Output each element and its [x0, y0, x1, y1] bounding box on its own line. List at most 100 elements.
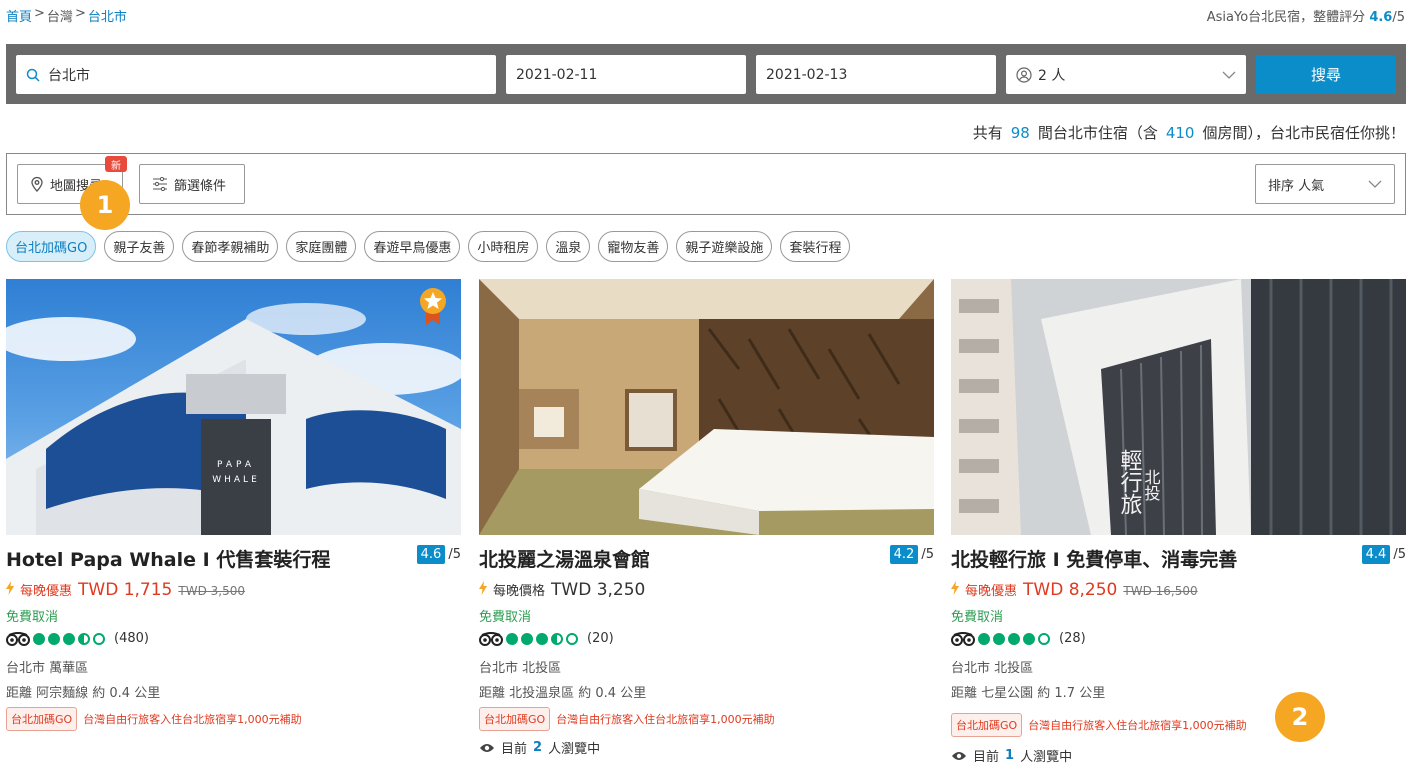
rating-dot-full [521, 632, 533, 645]
summary-prefix: 共有 [972, 124, 1003, 142]
hotel-score-max: /5 [1393, 547, 1406, 562]
promo-row: 台北加碼GO 台灣自由行旅客入住台北旅宿享1,000元補助 [951, 713, 1247, 737]
checkin-input[interactable]: 2021-02-11 [506, 55, 746, 94]
tag-item[interactable]: 溫泉 [546, 231, 591, 262]
results-summary: 共有 98 間台北市住宿（含 410 個房間），台北市民宿任你挑！ [973, 122, 1405, 143]
site-rating-max: /5 [1392, 10, 1405, 25]
checkout-input[interactable]: 2021-02-13 [756, 55, 996, 94]
hotel-card[interactable]: 北投麗之湯溫泉會館 4.2/5 每晚價格 TWD 3,250 免費取消 (20)… [479, 279, 934, 757]
search-button[interactable]: 搜尋 [1256, 55, 1396, 94]
rating-dot-full [978, 632, 990, 645]
rating-dot-full [33, 632, 45, 645]
breadcrumb-separator: > [34, 6, 45, 21]
breadcrumb-country[interactable]: 台灣 [47, 6, 73, 25]
tag-list: 台北加碼GO 親子友善 春節孝親補助 家庭團體 春遊早鳥優惠 小時租房 溫泉 寵… [6, 231, 851, 262]
hotel-photo-art [479, 279, 934, 535]
hotel-sign-sub: 北投 [1142, 469, 1161, 502]
price-line: 每晚價格 TWD 3,250 [479, 580, 645, 600]
promo-text: 台灣自由行旅客入住台北旅宿享1,000元補助 [1028, 719, 1247, 732]
summary-count: 98 [1010, 124, 1030, 142]
filter-conditions-button[interactable]: 篩選條件 [139, 164, 245, 204]
hotel-photo[interactable]: 輕行旅 北投 [951, 279, 1406, 535]
rating-dot-empty [1038, 632, 1050, 645]
review-count[interactable]: (20) [587, 631, 614, 646]
hotel-name[interactable]: Hotel Papa Whale I 代售套裝行程 [6, 545, 330, 572]
hotel-score-max: /5 [448, 547, 461, 562]
price-label: 每晚優惠 [965, 584, 1018, 599]
hotel-distance: 距離 北投溫泉區 約 0.4 公里 [479, 686, 647, 701]
viewers-suffix: 人瀏覽中 [1020, 750, 1073, 765]
site-rating-score: 4.6 [1369, 10, 1393, 25]
hotel-name[interactable]: 北投輕行旅 I 免費停車、消毒完善 [951, 545, 1237, 572]
tripadvisor-rating: (480) [6, 631, 149, 646]
rating-dot-full [993, 632, 1005, 645]
promo-tag: 台北加碼GO [6, 707, 78, 731]
review-count[interactable]: (480) [114, 631, 149, 646]
checkin-value: 2021-02-11 [516, 66, 598, 83]
summary-mid: 間台北市住宿（含 [1037, 124, 1158, 142]
hotel-distance: 距離 阿宗麵線 約 0.4 公里 [6, 686, 161, 701]
tag-item[interactable]: 台北加碼GO [6, 231, 97, 262]
promo-row: 台北加碼GO 台灣自由行旅客入住台北旅宿享1,000元補助 [6, 707, 302, 731]
tag-item[interactable]: 家庭團體 [286, 231, 357, 262]
site-rating: AsiaYo台北民宿，整體評分 4.6/5 [1207, 6, 1405, 25]
tag-item[interactable]: 套裝行程 [780, 231, 851, 262]
sort-label: 排序 人氣 [1268, 178, 1325, 194]
hotel-area: 台北市 北投區 [479, 661, 562, 676]
rating-dot-half [551, 632, 563, 645]
viewers-now: 目前 1 人瀏覽中 [951, 746, 1072, 765]
price-label: 每晚價格 [493, 584, 546, 599]
rating-dot-empty [93, 632, 105, 645]
hotel-photo[interactable]: PAPA WHALE [6, 279, 461, 535]
hotel-area: 台北市 北投區 [951, 661, 1034, 676]
rating-dot-full [48, 632, 60, 645]
hotel-name[interactable]: 北投麗之湯溫泉會館 [479, 545, 650, 572]
promo-row: 台北加碼GO 台灣自由行旅客入住台北旅宿享1,000元補助 [479, 707, 775, 731]
user-icon [1016, 66, 1032, 83]
breadcrumb-city[interactable]: 台北市 [88, 6, 127, 25]
promo-text: 台灣自由行旅客入住台北旅宿享1,000元補助 [556, 713, 775, 726]
tripadvisor-owl-icon [479, 631, 503, 646]
tripadvisor-owl-icon [6, 631, 30, 646]
breadcrumb-separator: > [74, 6, 86, 21]
filter-conditions-label: 篩選條件 [174, 178, 227, 194]
tag-item[interactable]: 春節孝親補助 [182, 231, 279, 262]
price-value: TWD 8,250 [1023, 580, 1118, 600]
hotel-card[interactable]: PAPA WHALE Hotel Papa Whale I 代售套裝行程 4.6… [6, 279, 461, 731]
tag-item[interactable]: 小時租房 [468, 231, 539, 262]
promo-text: 台灣自由行旅客入住台北旅宿享1,000元補助 [83, 713, 302, 726]
tag-item[interactable]: 寵物友善 [598, 231, 669, 262]
step-marker-1: 1 [80, 180, 130, 230]
filter-toolbar: 地圖搜尋 篩選條件 排序 人氣 [6, 153, 1406, 215]
viewers-count: 2 [533, 740, 543, 755]
site-rating-text: AsiaYo台北民宿，整體評分 [1206, 10, 1366, 25]
sort-select[interactable]: 排序 人氣 [1255, 164, 1395, 204]
price-value: TWD 3,250 [551, 580, 646, 600]
location-input[interactable]: 台北市 [16, 55, 496, 94]
hotel-photo-art: PAPA WHALE [6, 303, 461, 535]
price-line: 每晚優惠 TWD 1,715 TWD 3,500 [6, 580, 245, 600]
summary-suffix: 個房間），台北市民宿任你挑！ [1202, 124, 1405, 142]
hotel-card[interactable]: 輕行旅 北投 北投輕行旅 I 免費停車、消毒完善 4.4/5 每晚優惠 TWD … [951, 279, 1406, 765]
breadcrumb: 首頁 > 台灣 > 台北市 [6, 6, 127, 25]
rating-dot-half [78, 632, 90, 645]
price-label: 每晚優惠 [20, 584, 73, 599]
breadcrumb-home[interactable]: 首頁 [6, 6, 32, 25]
hotel-distance: 距離 七星公園 約 1.7 公里 [951, 686, 1106, 701]
tag-item[interactable]: 春遊早鳥優惠 [364, 231, 461, 262]
hotel-score: 4.6/5 [416, 545, 461, 564]
checkout-value: 2021-02-13 [766, 66, 848, 83]
tag-item[interactable]: 親子遊樂設施 [676, 231, 773, 262]
viewers-suffix: 人瀏覽中 [548, 742, 601, 757]
guests-select[interactable]: 2 人 [1006, 55, 1246, 94]
review-count[interactable]: (28) [1059, 631, 1086, 646]
original-price: TWD 16,500 [1123, 584, 1198, 598]
search-bar: 台北市 2021-02-11 2021-02-13 2 人 搜尋 [6, 44, 1406, 104]
tag-item[interactable]: 親子友善 [104, 231, 175, 262]
tripadvisor-owl-icon [951, 631, 975, 646]
guests-value: 2 人 [1038, 67, 1066, 84]
viewers-count: 1 [1005, 748, 1015, 763]
rating-dot-full [63, 632, 75, 645]
free-cancellation: 免費取消 [6, 610, 59, 625]
hotel-photo[interactable] [479, 279, 934, 535]
